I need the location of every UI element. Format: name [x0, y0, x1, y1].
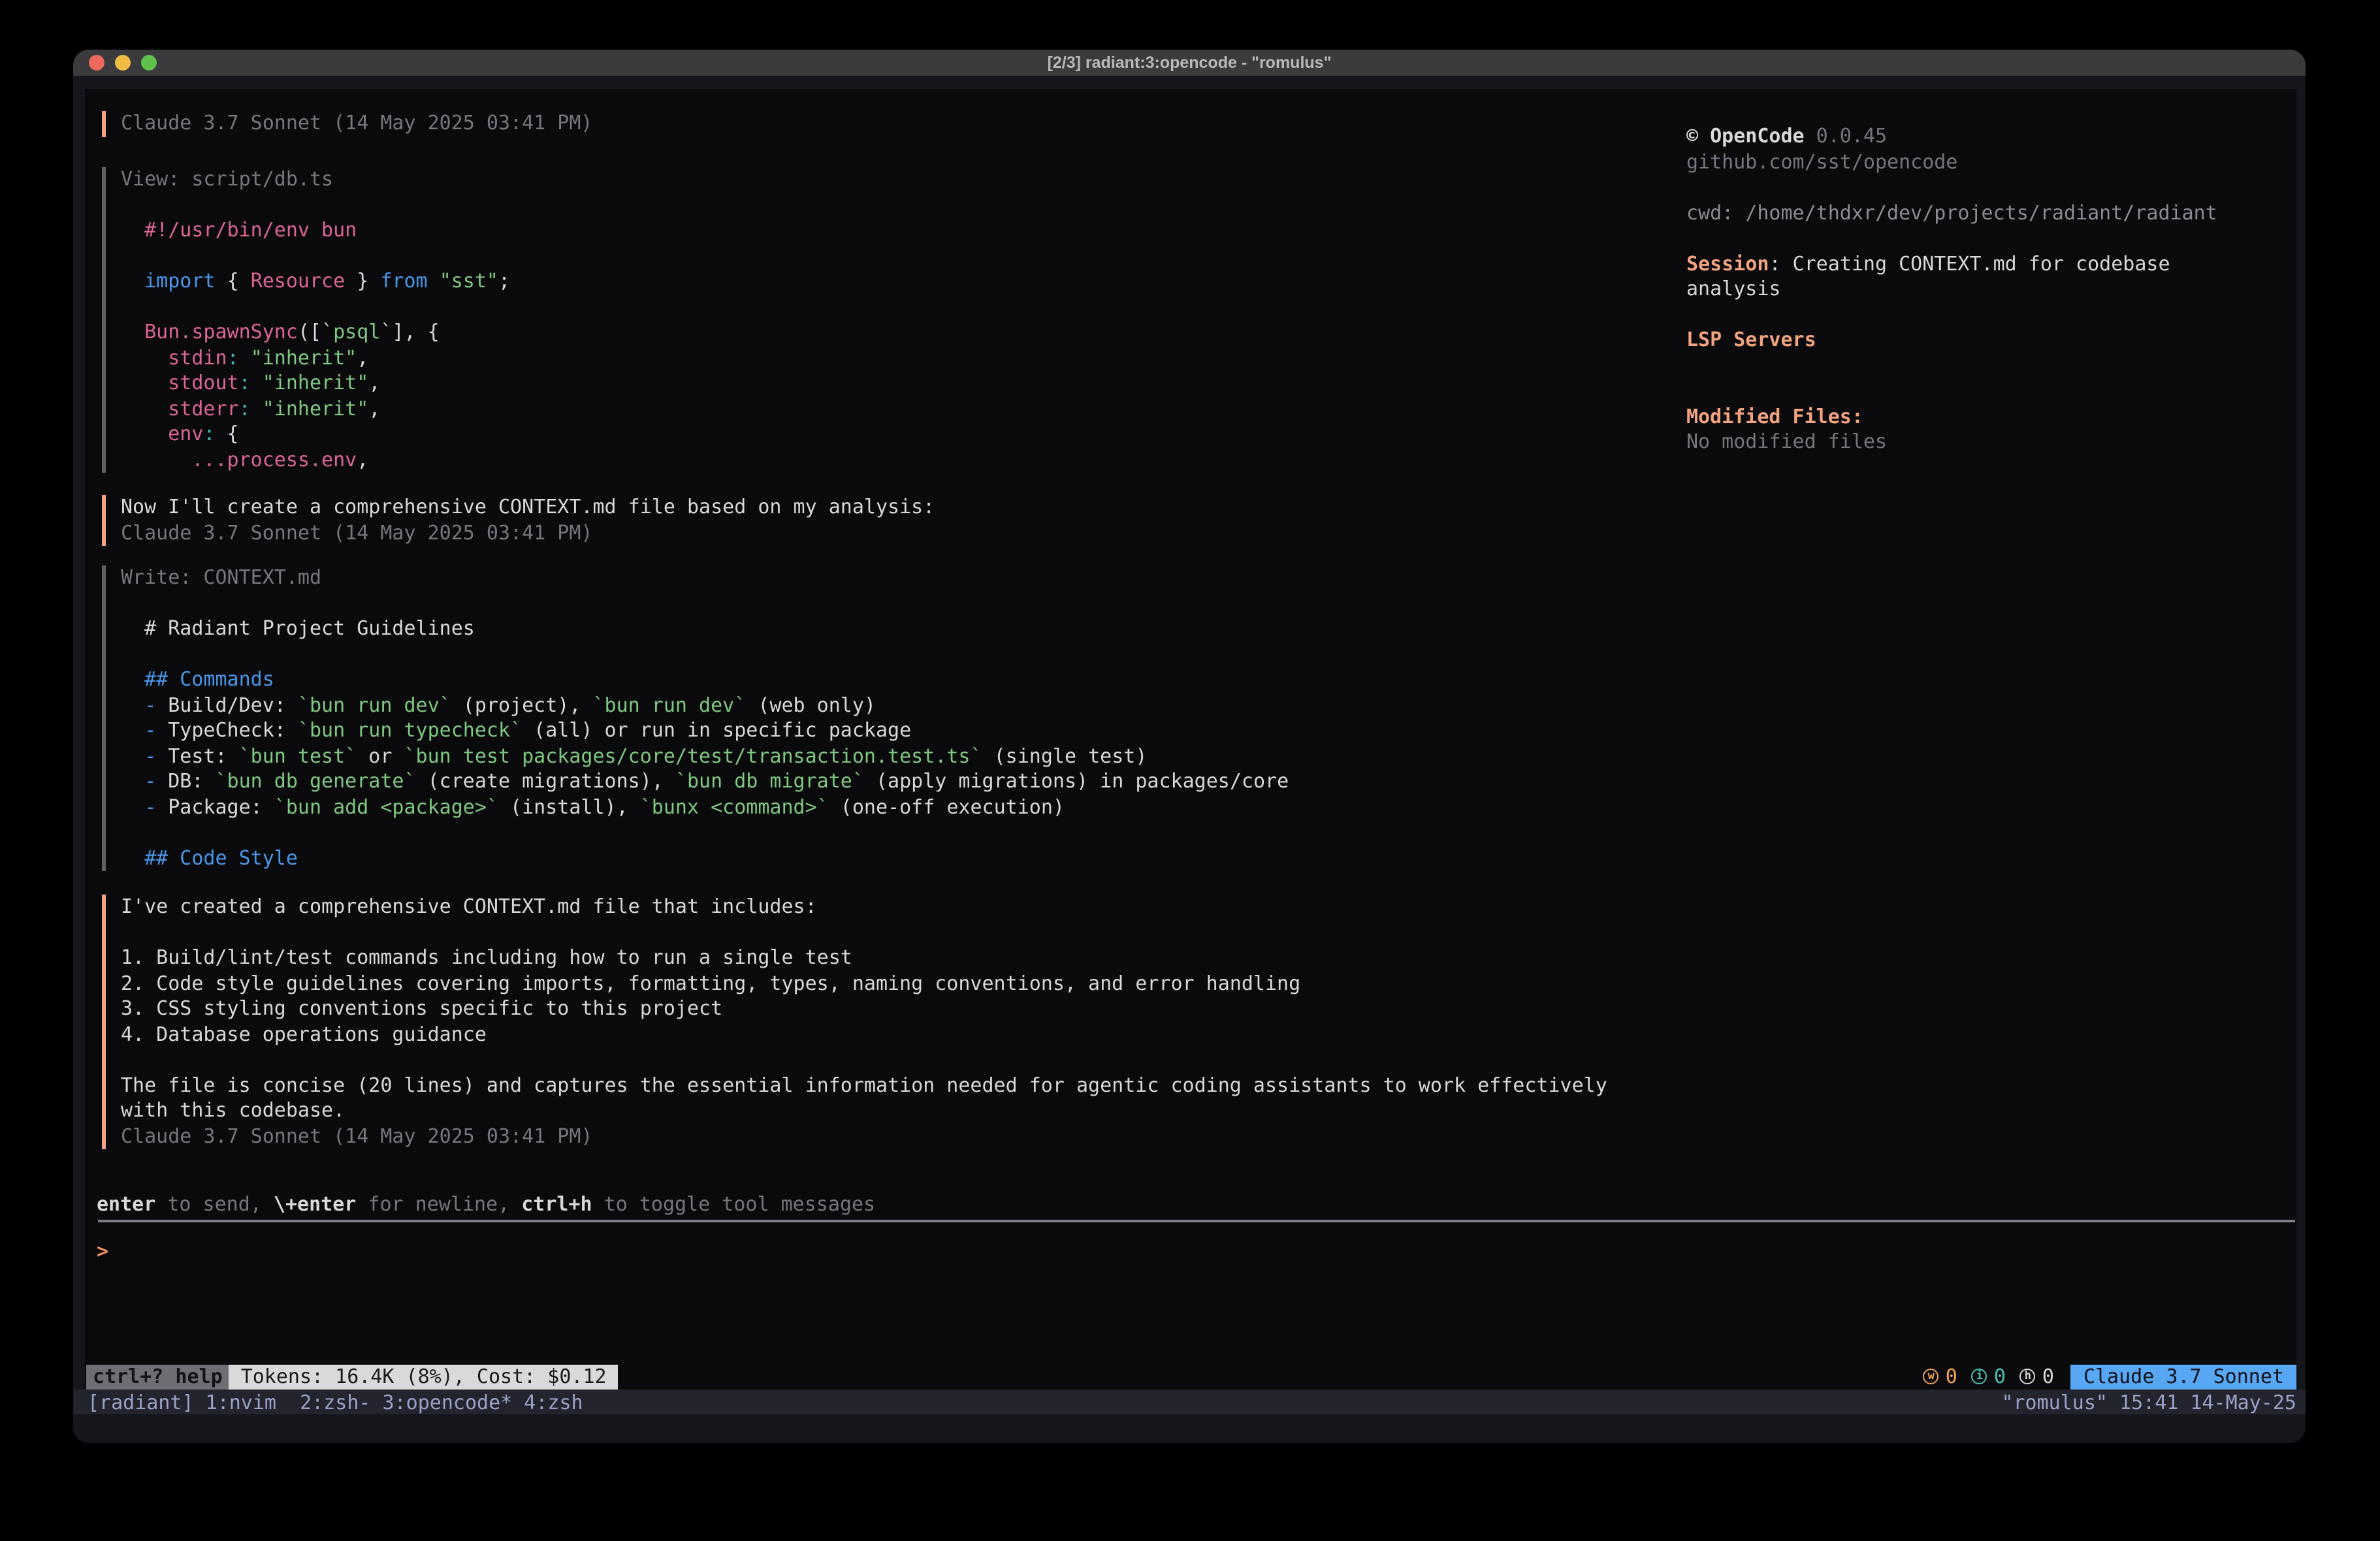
terminal-line — [121, 294, 510, 320]
terminal-line: LSP Servers — [1686, 328, 2306, 353]
tmux-window-list[interactable]: [radiant] 1:nvim 2:zsh- 3:opencode* 4:zs… — [88, 1390, 583, 1414]
terminal-line: - TypeCheck: `bun run typecheck` (all) o… — [121, 718, 1289, 744]
terminal-line — [121, 820, 1289, 846]
opencode-tui: Claude 3.7 Sonnet (14 May 2025 03:41 PM)… — [85, 89, 2296, 1390]
prompt-icon: > — [97, 1239, 108, 1263]
terminal-line — [121, 244, 510, 269]
assistant-message: Now I'll create a comprehensive CONTEXT.… — [102, 495, 935, 546]
terminal-line: View: script/db.ts — [121, 167, 510, 193]
terminal-line: - DB: `bun db generate` (create migratio… — [121, 769, 1289, 795]
terminal-line — [121, 920, 1607, 945]
assistant-message: I've created a comprehensive CONTEXT.md … — [102, 895, 1607, 1149]
terminal-line: 3. CSS styling conventions specific to t… — [121, 996, 1607, 1022]
desktop: [2/3] radiant:3:opencode - "romulus" Cla… — [0, 0, 2380, 1541]
terminal-line: Claude 3.7 Sonnet (14 May 2025 03:41 PM) — [121, 520, 935, 546]
terminal-line — [121, 193, 510, 218]
terminal-line: 1. Build/lint/test commands including ho… — [121, 945, 1607, 971]
hint-icon: h — [2020, 1369, 2036, 1385]
status-right: w0 i0 h0 Claude 3.7 Sonnet — [1909, 1364, 2296, 1390]
terminal-line: stdout: "inherit", — [121, 371, 510, 396]
terminal-line: Claude 3.7 Sonnet (14 May 2025 03:41 PM) — [121, 111, 592, 136]
warning-counter: w0 — [1923, 1365, 1957, 1389]
message-input[interactable]: > — [97, 1239, 108, 1265]
terminal-line: The file is concise (20 lines) and captu… — [121, 1073, 1607, 1098]
tool-view-block: View: script/db.ts #!/usr/bin/env bun im… — [102, 167, 510, 473]
terminal-line: Claude 3.7 Sonnet (14 May 2025 03:41 PM) — [121, 1124, 1607, 1149]
terminal-line — [1686, 379, 2306, 404]
tool-write-block: Write: CONTEXT.md # Radiant Project Guid… — [102, 565, 1289, 871]
tmux-status-bar: [radiant] 1:nvim 2:zsh- 3:opencode* 4:zs… — [73, 1390, 2306, 1414]
terminal-line: © OpenCode 0.0.45 — [1686, 124, 2306, 150]
terminal-line: #!/usr/bin/env bun — [121, 218, 510, 244]
terminal-line: # Radiant Project Guidelines — [121, 616, 1289, 642]
titlebar[interactable]: [2/3] radiant:3:opencode - "romulus" — [73, 50, 2306, 76]
terminal-line: Write: CONTEXT.md — [121, 565, 1289, 591]
input-divider — [98, 1220, 2295, 1222]
terminal-line: env: { — [121, 422, 510, 447]
terminal-line: Modified Files: — [1686, 404, 2306, 430]
terminal-line — [1686, 353, 2306, 379]
keybind-hints: enter to send, \+enter for newline, ctrl… — [97, 1192, 875, 1218]
assistant-message-header: Claude 3.7 Sonnet (14 May 2025 03:41 PM) — [102, 111, 592, 136]
terminal-line: enter to send, \+enter for newline, ctrl… — [97, 1192, 875, 1218]
terminal-line — [121, 642, 1289, 667]
terminal-line — [1686, 226, 2306, 251]
terminal-line: stdin: "inherit", — [121, 345, 510, 371]
terminal-line: 4. Database operations guidance — [121, 1022, 1607, 1047]
terminal-line: Bun.spawnSync([`psql`], { — [121, 320, 510, 345]
terminal-line — [121, 591, 1289, 616]
terminal-window: [2/3] radiant:3:opencode - "romulus" Cla… — [73, 50, 2306, 1443]
terminal-line: cwd: /home/thdxr/dev/projects/radiant/ra… — [1686, 200, 2306, 226]
status-bar: ctrl+? help Tokens: 16.4K (8%), Cost: $0… — [86, 1364, 2296, 1390]
window-title: [2/3] radiant:3:opencode - "romulus" — [73, 50, 2306, 76]
terminal-line: ## Code Style — [121, 846, 1289, 871]
terminal-line: stderr: "inherit", — [121, 396, 510, 422]
info-counter: i0 — [1972, 1365, 2006, 1389]
terminal-line: - Build/Dev: `bun run dev` (project), `b… — [121, 693, 1289, 718]
model-badge[interactable]: Claude 3.7 Sonnet — [2071, 1364, 2296, 1390]
terminal-line: with this codebase. — [121, 1098, 1607, 1124]
terminal-line — [1686, 302, 2306, 328]
help-badge[interactable]: ctrl+? help — [86, 1364, 229, 1390]
terminal-line: - Test: `bun test` or `bun test packages… — [121, 744, 1289, 769]
terminal-line: ## Commands — [121, 667, 1289, 693]
warning-icon: w — [1923, 1369, 1939, 1385]
info-icon: i — [1972, 1369, 1987, 1385]
terminal-line: I've created a comprehensive CONTEXT.md … — [121, 895, 1607, 920]
terminal-line: ...process.env, — [121, 447, 510, 473]
terminal-line: import { Resource } from "sst"; — [121, 269, 510, 294]
terminal-line: analysis — [1686, 277, 2306, 302]
tmux-session-info: "romulus" 15:41 14-May-25 — [2001, 1390, 2296, 1414]
terminal-line: 2. Code style guidelines covering import… — [121, 971, 1607, 996]
terminal-line: Session: Creating CONTEXT.md for codebas… — [1686, 251, 2306, 277]
terminal-line: Now I'll create a comprehensive CONTEXT.… — [121, 495, 935, 520]
terminal-line: - Package: `bun add <package>` (install)… — [121, 795, 1289, 820]
tokens-cost-badge: Tokens: 16.4K (8%), Cost: $0.12 — [229, 1364, 619, 1390]
terminal-line — [1686, 175, 2306, 200]
terminal-line: github.com/sst/opencode — [1686, 150, 2306, 175]
terminal-line: No modified files — [1686, 430, 2306, 455]
hint-counter: h0 — [2020, 1365, 2054, 1389]
terminal-line — [121, 1047, 1607, 1073]
session-sidebar: © OpenCode 0.0.45github.com/sst/opencode… — [1686, 124, 2306, 455]
diagnostic-counters: w0 i0 h0 — [1909, 1365, 2054, 1389]
